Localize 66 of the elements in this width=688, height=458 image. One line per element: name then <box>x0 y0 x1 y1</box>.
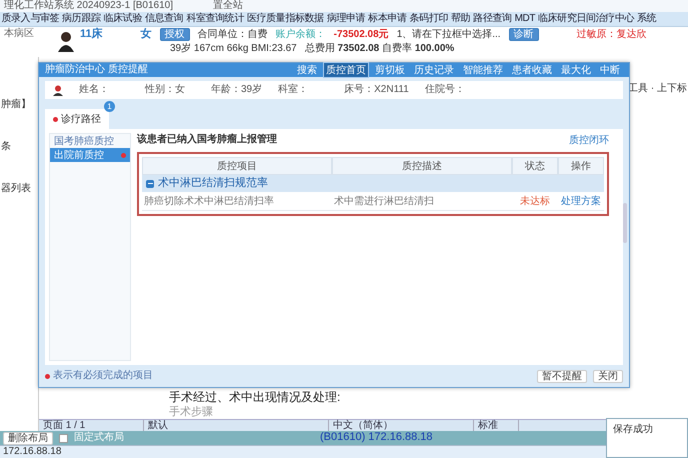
menu-item[interactable]: 临床试验 <box>102 13 144 25</box>
patient-field: 姓名： <box>79 84 129 96</box>
patient-field: 科室： <box>278 84 328 96</box>
save-toast: 保存成功 <box>606 418 688 458</box>
window-subtitle: 置全站 <box>212 0 243 12</box>
legend-text: 表示有必须完成的项目 <box>53 370 153 382</box>
patient-avatar-icon <box>58 32 74 52</box>
checkbox-label: 固定式布局 <box>74 432 124 444</box>
balance-value: -73502.08元 <box>334 28 389 41</box>
balance-label: 账户余额： <box>276 28 326 41</box>
column-header: 状态 <box>512 157 558 175</box>
menu-item[interactable]: 病历跟踪 <box>60 13 102 25</box>
path-tab[interactable]: 诊疗路径 <box>45 109 109 129</box>
patient-field: 性别：女 <box>145 84 195 96</box>
person-icon <box>53 84 63 96</box>
patient-field: 住院号： <box>424 84 475 96</box>
menu-item[interactable]: 标本申请 <box>366 13 408 25</box>
notice-text: 该患者已纳入国考肺瘤上报管理 <box>137 134 277 146</box>
table-cell: 术中需进行淋巴结清扫 <box>332 192 512 212</box>
record-line: 肿瘤】 <box>1 99 32 111</box>
status-cell: 未达标 <box>512 192 558 212</box>
dialog-button[interactable]: 关闭 <box>593 370 623 382</box>
menu-item[interactable]: 科室查询统计 <box>184 13 246 25</box>
dialog-button[interactable]: 暂不提醒 <box>537 370 587 382</box>
patient-costs: 总费用 73502.08 自费率 100.00% <box>304 43 454 56</box>
dialog-tool[interactable]: 质控首页 <box>323 62 369 78</box>
layout-checkbox[interactable] <box>59 434 68 442</box>
column-header: 质控项目 <box>142 157 332 175</box>
menu-item[interactable]: 病理申请 <box>325 13 367 25</box>
loop-link[interactable]: 质控闭环 <box>569 133 609 147</box>
menu-item[interactable]: 帮助 <box>449 13 472 25</box>
menu-item[interactable]: 系统 <box>636 13 658 25</box>
scrollbar-thumb[interactable] <box>623 203 627 243</box>
patient-field: 年龄：39岁 <box>211 84 262 96</box>
record-line: 器列表 <box>1 183 32 195</box>
menu-item[interactable]: 条码打印 <box>408 13 450 25</box>
allergy-text: 过敏原：复达欣 <box>576 28 647 41</box>
delete-layout-button[interactable]: 删除布局 <box>3 432 53 444</box>
patient-sex: 女 <box>140 28 152 42</box>
patient-vitals: 39岁 167cm 66kg BMI:23.67 <box>170 43 297 56</box>
group-row[interactable]: 术中淋巴结清扫规范率 <box>142 175 604 192</box>
contract-unit: 合同单位：自费 <box>198 28 268 41</box>
menu-item[interactable]: 路径查询 <box>472 13 514 25</box>
menu-item[interactable]: 质录入与审签 <box>0 13 61 25</box>
action-link[interactable]: 处理方案 <box>558 192 604 212</box>
column-header: 操作 <box>558 157 604 175</box>
document-text: 手术经过、术中出现情况及处理: <box>169 390 342 405</box>
bed-number: 11床 <box>80 28 103 42</box>
host-address: (B01610) 172.16.88.18 <box>320 431 433 445</box>
menu-item[interactable]: 临床研究日间治疗中心 <box>536 13 636 25</box>
tab-badge: 1 <box>104 101 115 112</box>
menu-item[interactable]: 信息查询 <box>143 13 185 25</box>
menu-item[interactable]: 医疗质量指标数据 <box>245 13 326 25</box>
document-text: 手术步骤 <box>169 406 214 419</box>
toggle-icon[interactable] <box>146 180 154 188</box>
patient-field: 床号：X2N111 <box>344 84 409 96</box>
ward-label: 本病区 <box>4 28 34 41</box>
record-line: 条 <box>1 141 12 153</box>
nav-item[interactable]: 国考肺癌质控 <box>50 134 130 148</box>
required-dot-icon <box>45 374 50 378</box>
status-address: 172.16.88.18 <box>3 446 62 458</box>
column-header: 质控描述 <box>332 157 512 175</box>
dialog-title: 肿瘤防治中心 质控提醒 <box>45 64 148 76</box>
table-cell: 肺癌切除术术中淋巴结清扫率 <box>142 192 332 212</box>
diagnosis-prompt: 1、请在下拉框中选择... <box>396 28 501 41</box>
menu-item[interactable]: MDT <box>513 13 537 25</box>
